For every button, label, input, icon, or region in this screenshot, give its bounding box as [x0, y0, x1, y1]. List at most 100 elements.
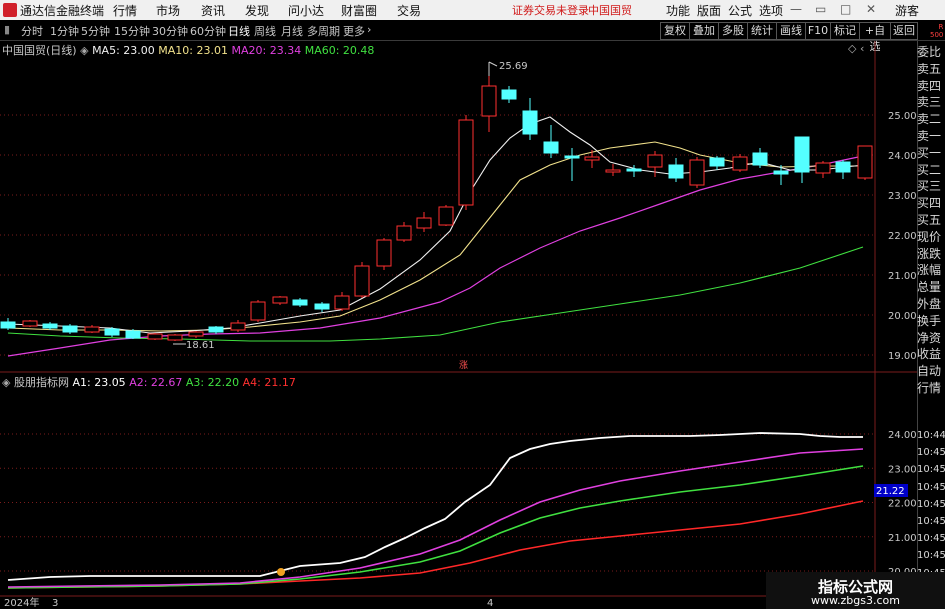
a1-legend: A1: 23.05 [72, 376, 126, 389]
menu-layout[interactable]: 版面 [697, 2, 721, 19]
settings-icon[interactable]: ◈ [80, 44, 88, 57]
candle-body [857, 145, 873, 179]
candle-body [794, 136, 810, 173]
ma10-legend: MA10: 23.01 [158, 44, 228, 57]
ma60-line [7, 246, 864, 342]
chart-area[interactable]: 25.00 24.00 23.00 22.00 21.00 20.00 19.00 25.6… [0, 41, 917, 609]
draw-line-button[interactable]: 画线 [776, 22, 806, 40]
menu-market[interactable]: 市场 [156, 2, 180, 19]
quote-time-2: 10:45 [917, 464, 945, 476]
candle-body [752, 152, 768, 166]
main-tick-label: 24.00 [888, 151, 917, 162]
quote-label-7: 买二 [917, 162, 942, 177]
quote-time-7: 10:45 [917, 550, 945, 562]
candle-body [250, 301, 266, 321]
period-30min[interactable]: 30分钟 [152, 23, 188, 39]
multi-stock-button[interactable]: 多股 [718, 22, 748, 40]
minimize-icon[interactable]: — [790, 2, 802, 16]
watermark-url: www.zbgs3.com [811, 594, 900, 607]
menu-formula[interactable]: 公式 [728, 2, 752, 19]
candle-body [773, 170, 789, 175]
period-60min[interactable]: 60分钟 [190, 23, 226, 39]
candle-body [522, 110, 538, 135]
menu-quotes[interactable]: 行情 [113, 2, 137, 19]
candle-body [147, 333, 163, 340]
quote-label-12: 涨跌 [917, 246, 942, 261]
period-15min[interactable]: 15分钟 [114, 23, 150, 39]
candle-body [0, 321, 16, 329]
candlesticks [0, 76, 873, 341]
quote-times: 10:44 10:45 10:45 10:45 10:45 10:45 10:45 10:45… [917, 427, 945, 582]
candle-body [416, 217, 432, 229]
quote-time-1: 10:45 [917, 447, 945, 459]
app-title: 通达信金融终端 [20, 4, 105, 18]
menu-news[interactable]: 资讯 [201, 2, 225, 19]
ma20-legend: MA20: 23.34 [231, 44, 302, 57]
indicator-tick-label: 21.00 [888, 533, 917, 544]
maximize-icon[interactable]: □ [840, 2, 851, 16]
period-toolbar: ▮ 分时 1分钟 5分钟 15分钟 30分钟 60分钟 日线 周线 月线 多周期… [0, 20, 945, 53]
quote-time-3: 10:45 [917, 481, 945, 493]
quote-label-17: 净资 [917, 330, 942, 345]
quote-label-9: 买四 [917, 196, 942, 211]
menu-discover[interactable]: 发现 [245, 2, 269, 19]
mark-button[interactable]: 标记 [830, 22, 860, 40]
menu-wealth[interactable]: 财富圈 [341, 2, 377, 19]
menu-bar: 通达信金融终端 行情 市场 资讯 发现 问小达 财富圈 交易 证券交易未登录 中… [0, 0, 945, 20]
menu-function[interactable]: 功能 [666, 2, 690, 19]
f10-button[interactable]: F10 [805, 22, 831, 40]
restore-rights-button[interactable]: 复权 [660, 22, 690, 40]
login-warning[interactable]: 证券交易未登录 [512, 2, 589, 18]
indicator-tick-label: 22.00 [888, 499, 917, 510]
restore-icon[interactable]: ▭ [815, 2, 826, 16]
chart-options-icon[interactable]: ◇ ‹ [848, 42, 864, 55]
quote-label-2: 卖四 [917, 78, 942, 93]
user-label[interactable]: 游客 [895, 2, 919, 19]
menu-trade[interactable]: 交易 [397, 2, 421, 19]
menu-ask[interactable]: 问小达 [288, 2, 324, 19]
quote-label-13: 涨幅 [917, 263, 942, 278]
candle-body [396, 225, 412, 241]
toolbar-menu-icon[interactable]: ▮ [4, 23, 10, 36]
buy-signal-icon [277, 568, 285, 576]
candle-body [167, 334, 183, 341]
overlay-button[interactable]: 叠加 [689, 22, 719, 40]
period-timeshare[interactable]: 分时 [21, 23, 43, 39]
candle-body [543, 141, 559, 154]
back-button[interactable]: 返回 [890, 22, 918, 40]
candle-body [104, 328, 120, 336]
main-tick-label: 22.00 [888, 231, 917, 242]
menu-options[interactable]: 选项 [759, 2, 783, 19]
period-5min[interactable]: 5分钟 [81, 23, 110, 39]
period-daily[interactable]: 日线 [228, 23, 250, 39]
high-marker-arrow [488, 61, 498, 67]
add-watchlist-button[interactable]: +自选 [859, 22, 891, 53]
period-multi[interactable]: 多周期 [307, 23, 340, 39]
up-marker: 涨 [459, 360, 468, 371]
high-label: 25.69 [499, 61, 528, 72]
quote-label-16: 换手 [917, 313, 942, 328]
period-monthly[interactable]: 月线 [281, 23, 303, 39]
period-weekly[interactable]: 周线 [254, 23, 276, 39]
quote-time-6: 10:45 [917, 533, 945, 545]
period-1min[interactable]: 1分钟 [50, 23, 79, 39]
period-more[interactable]: 更多 [343, 23, 365, 39]
statistics-button[interactable]: 统计 [747, 22, 777, 40]
candle-body [815, 162, 831, 174]
indicator-grid [0, 433, 875, 572]
indicator-tick-label: 23.00 [888, 464, 917, 475]
main-tick-label: 23.00 [888, 191, 917, 202]
candle-body [647, 154, 663, 168]
chevron-right-icon[interactable]: › [367, 23, 371, 36]
close-icon[interactable]: ✕ [866, 2, 876, 16]
candle-body [626, 168, 642, 172]
quote-label-10: 买五 [917, 212, 942, 227]
quote-corner-500: 500 [930, 31, 944, 39]
candle-body [376, 239, 392, 267]
price-badge-text: 21.22 [876, 486, 905, 497]
indicator-settings-icon[interactable]: ◈ [2, 376, 10, 389]
quote-label-4: 卖二 [917, 112, 942, 127]
quote-label-1: 卖五 [917, 61, 942, 76]
main-tick-label: 21.00 [888, 271, 917, 282]
main-grid [0, 114, 875, 356]
